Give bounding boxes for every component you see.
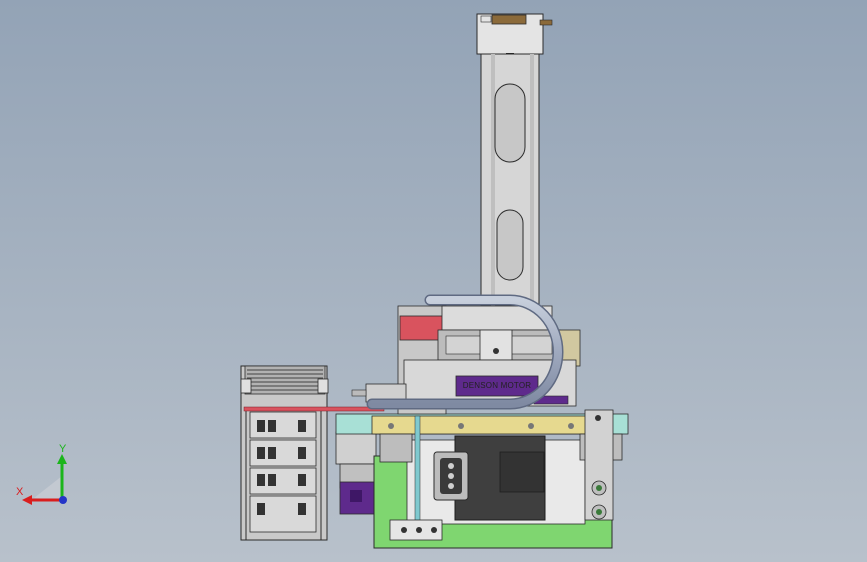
lower-slot [496,209,524,281]
teal-rod [414,415,421,525]
cable-chain[interactable] [240,365,329,541]
right-clamp-arm[interactable] [584,409,614,521]
red-rod [243,406,385,412]
upper-slot [494,83,526,163]
cad-viewport[interactable] [0,0,867,562]
bottom-clamp[interactable] [389,519,443,541]
left-bracket[interactable] [335,431,377,515]
triad-z-axis [59,496,67,504]
